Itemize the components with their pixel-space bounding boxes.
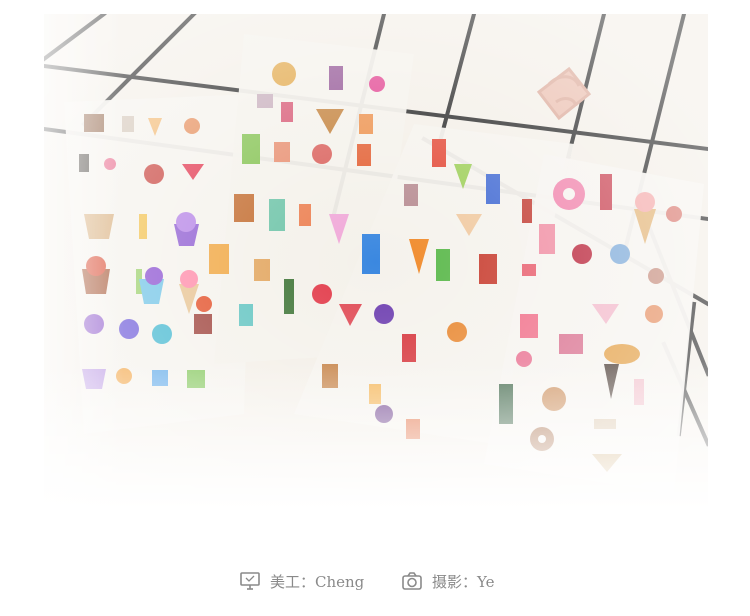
photographer-credit: 摄影：Ye xyxy=(400,566,494,596)
monitor-icon xyxy=(240,572,260,590)
stickers-photo-illustration xyxy=(44,14,708,510)
designer-credit-label: 美工：Cheng xyxy=(270,572,365,591)
credits-bar: 美工：Cheng 摄影：Ye xyxy=(0,566,750,596)
photographer-credit-label: 摄影：Ye xyxy=(432,572,495,591)
product-photo xyxy=(44,14,708,510)
designer-credit: 美工：Cheng xyxy=(238,566,364,596)
camera-icon xyxy=(402,572,422,590)
